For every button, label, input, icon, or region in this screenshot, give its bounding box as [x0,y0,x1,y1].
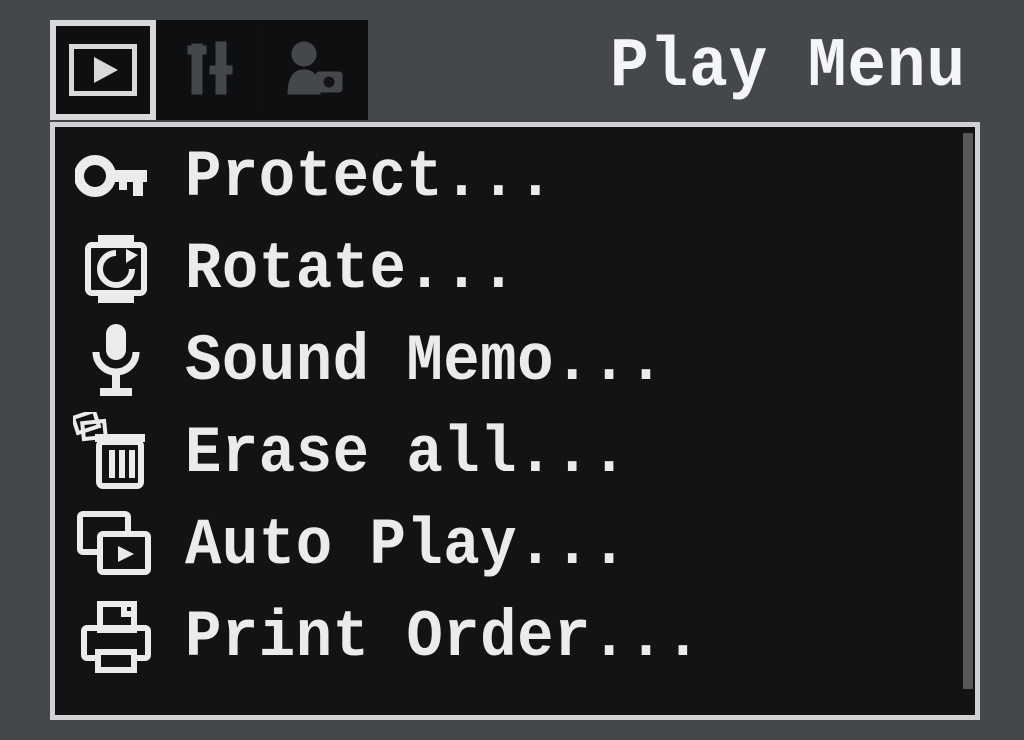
key-icon [73,137,159,217]
tools-icon [180,38,238,103]
menu-item-sound-memo[interactable]: Sound Memo... [65,315,971,407]
menu-item-label: Rotate... [185,232,517,307]
page-title: Play Menu [610,28,966,107]
mic-icon [73,321,159,401]
slideshow-icon [73,505,159,585]
trash-icon [73,413,159,493]
tab-play[interactable] [50,20,156,120]
menu-item-erase-all[interactable]: Erase all... [65,407,971,499]
menu-panel: Protect... Rotate... [50,122,980,720]
tab-setup[interactable] [156,20,262,120]
menu-item-rotate[interactable]: Rotate... [65,223,971,315]
scrollbar[interactable] [963,133,973,689]
person-camera-icon [284,38,346,103]
print-icon [73,597,159,677]
camera-lcd-screen: Play Menu Protect... [50,20,980,720]
rotate-icon [73,229,159,309]
menu-item-label: Print Order... [185,600,702,675]
tab-my-camera[interactable] [262,20,368,120]
menu-item-label: Protect... [185,140,554,215]
menu-item-auto-play[interactable]: Auto Play... [65,499,971,591]
menu-item-protect[interactable]: Protect... [65,131,971,223]
play-icon [69,44,137,96]
menu-item-print-order[interactable]: Print Order... [65,591,971,683]
menu-item-label: Erase all... [185,416,628,491]
menu-item-label: Auto Play... [185,508,628,583]
menu-item-label: Sound Memo... [185,324,665,399]
